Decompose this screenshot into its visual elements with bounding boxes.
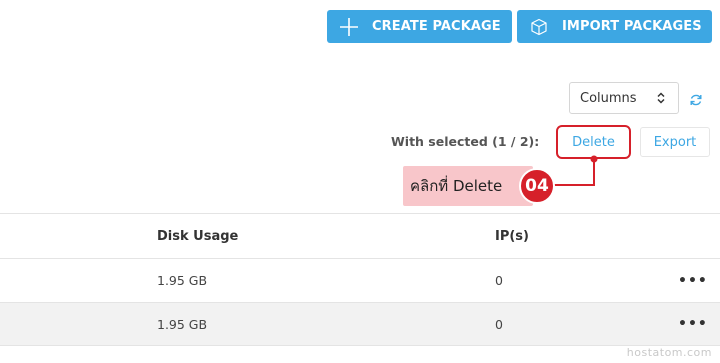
import-packages-label: IMPORT PACKAGES	[562, 19, 702, 34]
disk-usage-cell: 1.95 GB	[157, 316, 208, 332]
columns-select-value: Columns	[580, 90, 637, 106]
packages-table: Disk Usage IP(s) 1.95 GB 0 ••• 1.95 GB 0…	[0, 213, 720, 346]
box-icon	[529, 17, 549, 37]
with-selected-label: With selected (1 / 2):	[391, 134, 540, 149]
ips-cell: 0	[495, 273, 503, 288]
step-badge: 04	[519, 168, 555, 204]
chevron-up-down-icon	[656, 91, 666, 109]
more-actions-icon[interactable]: •••	[678, 259, 708, 302]
ips-cell: 0	[495, 316, 503, 332]
table-header-row: Disk Usage IP(s)	[0, 213, 720, 258]
import-packages-button[interactable]: IMPORT PACKAGES	[517, 10, 712, 43]
create-package-label: CREATE PACKAGE	[372, 19, 501, 34]
refresh-icon[interactable]	[689, 92, 703, 106]
column-header-ips[interactable]: IP(s)	[495, 214, 529, 258]
table-row[interactable]: 1.95 GB 0 •••	[0, 258, 720, 302]
export-button[interactable]: Export	[640, 127, 710, 157]
table-row[interactable]: 1.95 GB 0 •••	[0, 302, 720, 346]
plus-icon	[339, 17, 359, 37]
columns-select[interactable]: Columns	[569, 82, 679, 114]
delete-button[interactable]: Delete	[556, 125, 631, 159]
watermark: hostatom.com	[626, 346, 712, 359]
annotation-callout: คลิกที่ Delete	[403, 166, 533, 206]
annotation-text: คลิกที่ Delete	[410, 177, 503, 195]
column-header-disk-usage[interactable]: Disk Usage	[157, 214, 238, 258]
create-package-button[interactable]: CREATE PACKAGE	[327, 10, 512, 43]
disk-usage-cell: 1.95 GB	[157, 273, 208, 288]
more-actions-icon[interactable]: •••	[678, 303, 708, 345]
